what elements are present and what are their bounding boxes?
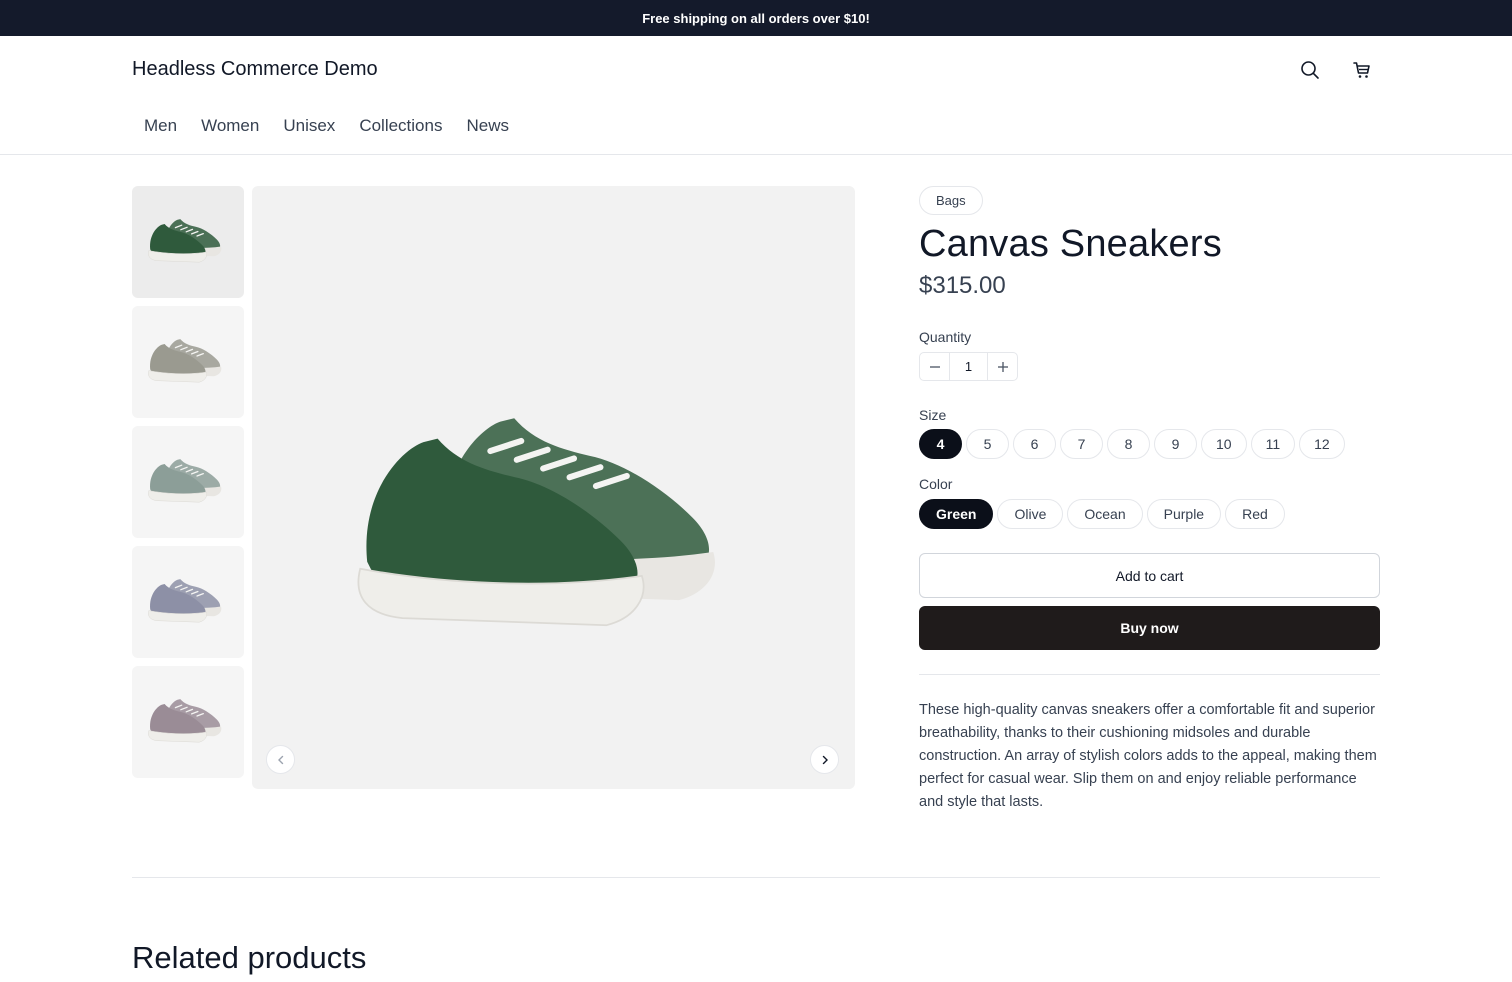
- cart-icon[interactable]: [1350, 58, 1374, 82]
- category-badge[interactable]: Bags: [919, 186, 983, 215]
- related-products-heading: Related products: [132, 940, 367, 975]
- size-option-10[interactable]: 10: [1201, 429, 1247, 459]
- nav-link-men[interactable]: Men: [132, 116, 189, 136]
- color-label: Color: [919, 476, 953, 492]
- announcement-bar: Free shipping on all orders over $10!: [0, 0, 1512, 36]
- product-thumbnail[interactable]: [132, 186, 244, 298]
- nav-link-news[interactable]: News: [454, 116, 521, 136]
- color-option-olive[interactable]: Olive: [997, 499, 1064, 529]
- quantity-stepper: 1: [919, 352, 1018, 381]
- product-price: $315.00: [919, 272, 1006, 299]
- site-header: Headless Commerce Demo Men Women Unisex …: [0, 36, 1512, 155]
- sneaker-thumbnail-image: [148, 339, 222, 383]
- product-thumbnail[interactable]: [132, 546, 244, 658]
- size-option-6[interactable]: 6: [1013, 429, 1056, 459]
- color-option-green[interactable]: Green: [919, 499, 994, 529]
- brand-logo[interactable]: Headless Commerce Demo: [132, 58, 378, 81]
- color-option-purple[interactable]: Purple: [1146, 499, 1222, 529]
- nav-link-women[interactable]: Women: [189, 116, 271, 136]
- buy-now-button[interactable]: Buy now: [919, 606, 1380, 650]
- size-option-4[interactable]: 4: [919, 429, 962, 459]
- announcement-text: Free shipping on all orders over $10!: [642, 10, 870, 26]
- decrease-quantity-button[interactable]: [920, 353, 949, 380]
- main-nav: Men Women Unisex Collections News: [132, 116, 521, 136]
- next-image-button[interactable]: [810, 745, 839, 774]
- color-options: Green Olive Ocean Purple Red: [919, 499, 1289, 529]
- thumbnail-list: [132, 186, 244, 786]
- quantity-label: Quantity: [919, 329, 972, 345]
- sneaker-thumbnail-image: [148, 699, 222, 743]
- size-option-5[interactable]: 5: [966, 429, 1009, 459]
- product-description: These high-quality canvas sneakers offer…: [919, 702, 1377, 810]
- size-option-7[interactable]: 7: [1060, 429, 1103, 459]
- sneaker-thumbnail-image: [148, 459, 222, 503]
- size-options: 4 5 6 7 8 9 10 11 12: [919, 429, 1349, 459]
- size-option-8[interactable]: 8: [1107, 429, 1150, 459]
- nav-link-collections[interactable]: Collections: [347, 116, 454, 136]
- product-thumbnail[interactable]: [132, 426, 244, 538]
- product-thumbnail[interactable]: [132, 306, 244, 418]
- color-option-ocean[interactable]: Ocean: [1067, 499, 1143, 529]
- sneaker-thumbnail-image: [148, 579, 222, 623]
- quantity-value[interactable]: 1: [949, 353, 988, 380]
- sneaker-thumbnail-image: [148, 219, 222, 263]
- product-info: Bags Canvas Sneakers $315.00 Quantity 1 …: [919, 186, 1380, 810]
- section-divider: [132, 877, 1380, 878]
- nav-link-unisex[interactable]: Unisex: [271, 116, 347, 136]
- sneaker-image: [357, 418, 715, 627]
- size-option-12[interactable]: 12: [1299, 429, 1345, 459]
- size-option-9[interactable]: 9: [1154, 429, 1197, 459]
- size-label: Size: [919, 407, 947, 423]
- main-product-image: [252, 186, 855, 789]
- prev-image-button[interactable]: [266, 745, 295, 774]
- product-thumbnail[interactable]: [132, 666, 244, 778]
- divider: [919, 674, 1380, 675]
- search-icon[interactable]: [1298, 58, 1322, 82]
- size-option-11[interactable]: 11: [1250, 429, 1296, 459]
- add-to-cart-button[interactable]: Add to cart: [919, 553, 1380, 598]
- color-option-red[interactable]: Red: [1225, 499, 1285, 529]
- product-title: Canvas Sneakers: [919, 223, 1222, 265]
- increase-quantity-button[interactable]: [988, 353, 1017, 380]
